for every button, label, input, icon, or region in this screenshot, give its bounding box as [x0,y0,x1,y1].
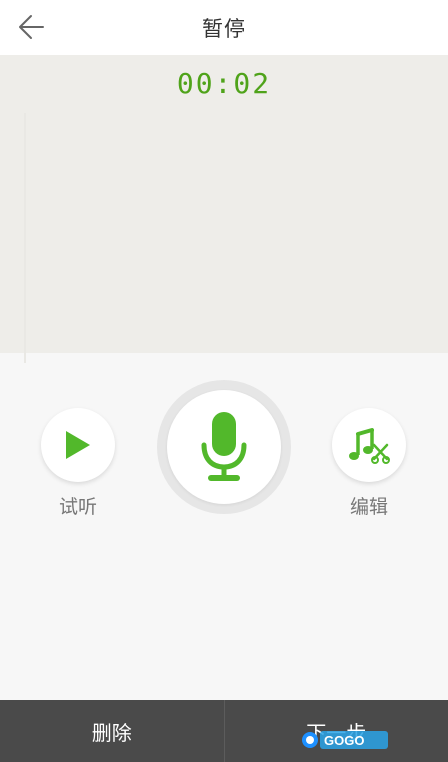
delete-button[interactable]: 删除 [0,700,224,762]
waveform-area: 00:02 [0,55,448,363]
record-button[interactable] [167,390,281,504]
back-button[interactable] [14,11,48,43]
back-arrow-icon [19,15,44,39]
gogo-logo-icon: GOGO [302,731,388,749]
page-title: 暂停 [202,16,246,41]
preview-label: 试听 [58,496,97,518]
preview-play-button[interactable] [41,408,115,482]
watermark-logo: GOGO [300,728,390,752]
waveform-cursor-line [24,113,26,363]
recording-timer: 00:02 [176,67,272,100]
edit-label: 编辑 [349,496,388,518]
microphone-icon [201,412,247,481]
record-button-ring [157,380,291,514]
top-bar: 暂停 [0,0,448,55]
delete-label: 删除 [91,720,132,745]
play-icon [66,431,90,459]
recording-controls: 试听 编辑 [0,353,448,700]
svg-text:GOGO: GOGO [324,733,364,748]
music-scissors-icon [349,428,390,464]
edit-button[interactable] [332,408,406,482]
